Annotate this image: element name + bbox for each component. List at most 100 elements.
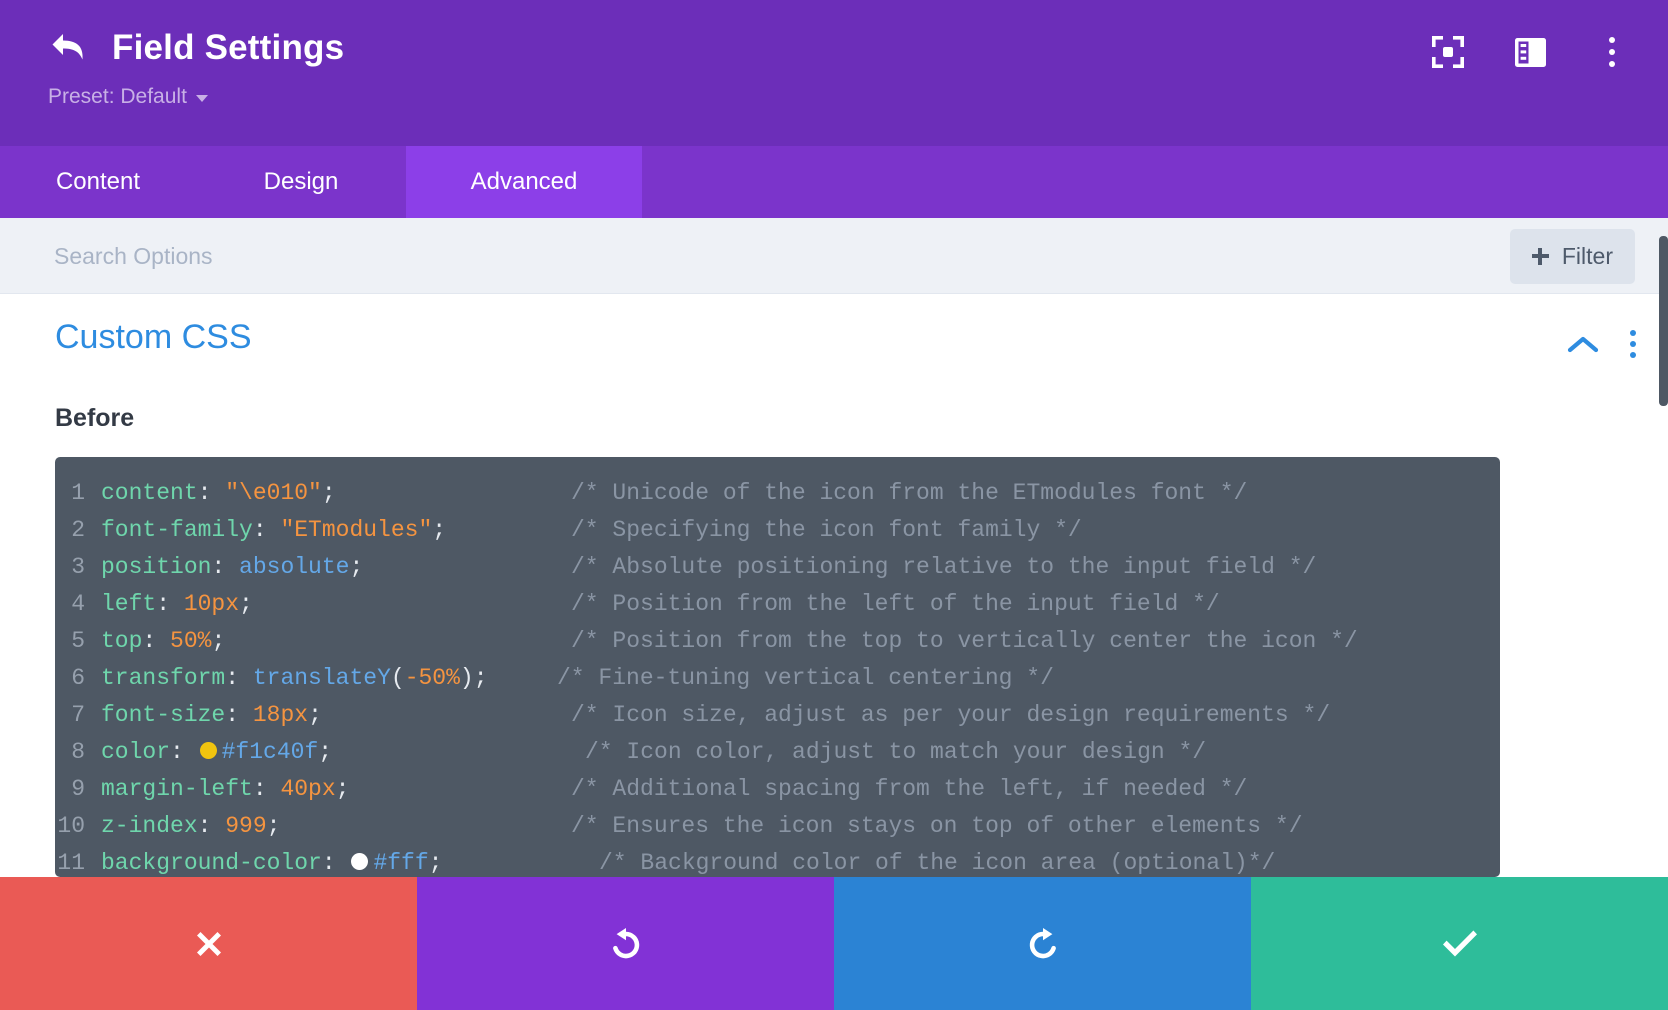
layout-panel-icon[interactable] [1508,30,1552,74]
filter-label: Filter [1561,243,1613,269]
code-line-number: 6 [71,665,85,691]
code-token: font-family [101,517,253,543]
code-token: ; [318,739,333,765]
code-token: ( [390,665,405,691]
options-content: Custom CSS Before 1 content: "\e010";/* U… [0,294,1668,877]
focus-frame-icon[interactable] [1426,30,1470,74]
panel-scrollbar-thumb[interactable] [1659,236,1668,406]
section-title[interactable]: Custom CSS [55,320,252,354]
field-settings-panel: Field Settings Preset: Default Content D… [0,0,1668,1010]
save-button[interactable] [1251,877,1668,1010]
plus-icon [1531,248,1549,265]
panel-header: Field Settings Preset: Default [0,0,1668,146]
preset-label: Preset: Default [48,85,187,108]
back-arrow-icon[interactable] [48,26,90,68]
undo-icon [607,925,645,963]
code-line[interactable]: 8 color: #f1c40f; /* Icon color, adjust to… [55,734,1500,771]
code-comment: /* Absolute positioning relative to the … [571,554,1317,580]
kebab-dot [1609,37,1615,43]
code-line-content: background-color: #fff; [101,845,571,877]
code-comment: /* Icon size, adjust as per your design … [571,702,1331,728]
more-vertical-icon[interactable] [1590,30,1634,74]
preset-selector[interactable]: Preset: Default [48,86,208,107]
code-token: 40px [280,776,336,802]
code-token: transform [101,665,226,691]
code-line[interactable]: 9 margin-left: 40px;/* Additional spacing… [55,771,1500,808]
undo-button[interactable] [417,877,834,1010]
code-token: left [101,591,157,617]
section-more-vertical-icon[interactable] [1626,326,1640,362]
kebab-dot [1630,352,1636,358]
tab-content[interactable]: Content [0,146,196,218]
kebab-dot [1609,61,1615,67]
settings-tabs: Content Design Advanced [0,146,1668,218]
code-token: ; [239,591,253,617]
code-line-content: content: "\e010"; [101,475,571,512]
code-token: ; [432,517,447,543]
code-line[interactable]: 2 font-family: "ETmodules";/* Specifying … [55,512,1500,549]
kebab-dot [1630,341,1636,347]
code-token: color [101,739,171,765]
color-swatch[interactable] [351,853,369,870]
code-token: : [170,739,198,765]
code-token: ; [349,554,364,580]
filter-button[interactable]: Filter [1509,229,1635,284]
code-comment: /* Fine-tuning vertical centering */ [557,665,1054,691]
code-token: background-color [101,850,322,876]
code-line-content: position: absolute; [101,549,571,586]
tab-advanced[interactable]: Advanced [406,146,642,218]
header-actions [1426,30,1634,74]
code-token: absolute [239,554,350,580]
code-line-number: 4 [71,591,85,617]
code-token: : [225,665,253,691]
code-token: : [211,554,240,580]
cancel-button[interactable] [0,877,417,1010]
code-token: : [197,813,226,839]
action-bar [0,877,1668,1010]
color-swatch[interactable] [199,742,217,759]
code-line-number: 10 [57,813,85,839]
code-token: margin-left [101,776,253,802]
code-token: #fff [373,850,429,876]
code-line[interactable]: 10 z-index: 999;/* Ensures the icon stays… [55,808,1500,845]
code-token: : [156,591,184,617]
custom-css-code-editor[interactable]: 1 content: "\e010";/* Unicode of the icon… [55,457,1500,877]
code-line[interactable]: 7 font-size: 18px;/* Icon size, adjust as… [55,697,1500,734]
header-title-row: Field Settings [48,26,344,68]
code-token: 18px [252,702,309,728]
code-line[interactable]: 3 position: absolute;/* Absolute position… [55,549,1500,586]
section-tools [1566,326,1640,362]
code-token: 50% [170,628,212,654]
code-comment: /* Specifying the icon font family */ [571,517,1082,543]
code-token: 10px [183,591,240,617]
kebab-dot [1630,330,1636,336]
code-line-number: 9 [71,776,85,802]
redo-button[interactable] [834,877,1251,1010]
code-comment: /* Icon color, adjust to match your desi… [585,739,1207,765]
code-token: : [197,480,226,506]
panel-scrollbar-track[interactable] [1659,218,1668,877]
code-line-number: 3 [71,554,85,580]
code-line-number: 7 [71,702,85,728]
code-token: -50% [404,665,460,691]
chevron-up-icon[interactable] [1566,331,1600,357]
code-line[interactable]: 5 top: 50%;/* Position from the top to ve… [55,623,1500,660]
code-token: : [252,517,281,543]
redo-icon [1024,925,1062,963]
field-label-before: Before [55,404,135,432]
code-line[interactable]: 11 background-color: #fff; /* Background c… [55,845,1500,877]
code-line[interactable]: 1 content: "\e010";/* Unicode of the icon… [55,475,1500,512]
search-input[interactable] [54,218,1334,294]
code-token: #f1c40f [221,739,319,765]
code-line-content: transform: translateY(-50%); [101,660,571,697]
code-line[interactable]: 4 left: 10px;/* Position from the left of… [55,586,1500,623]
code-line[interactable]: 6 transform: translateY(-50%);/* Fine-tun… [55,660,1500,697]
code-line-number: 5 [71,628,85,654]
tab-design[interactable]: Design [196,146,406,218]
code-line-content: left: 10px; [101,586,571,623]
code-token: ; [428,850,443,876]
code-token: ; [266,813,281,839]
code-line-content: margin-left: 40px; [101,771,571,808]
code-line-content: top: 50%; [101,623,571,660]
code-token: : [225,702,253,728]
